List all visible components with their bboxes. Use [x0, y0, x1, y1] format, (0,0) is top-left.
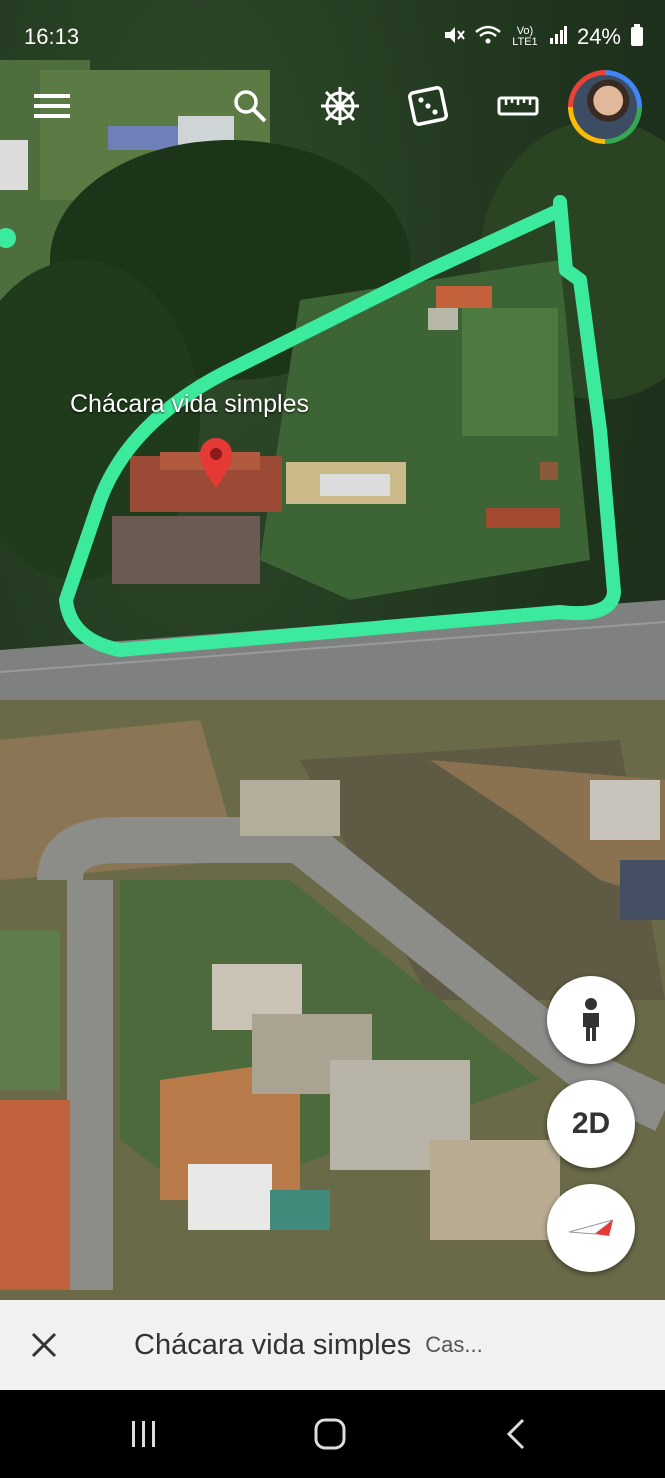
wifi-icon	[475, 25, 501, 49]
view-mode-toggle-button[interactable]: 2D	[547, 1080, 635, 1168]
recent-apps-icon[interactable]	[114, 1412, 174, 1456]
dice-icon[interactable]	[402, 80, 454, 132]
place-card[interactable]: Chácara vida simples Cas...	[0, 1300, 665, 1390]
system-nav-bar	[0, 1390, 665, 1478]
status-icons: Vo) LTE1 24%	[443, 24, 643, 50]
pegman-icon	[583, 998, 599, 1041]
compass-icon	[568, 1219, 614, 1236]
menu-icon[interactable]	[26, 80, 78, 132]
compass-button[interactable]	[547, 1184, 635, 1272]
battery-icon	[631, 24, 643, 50]
voyager-wheel-icon[interactable]	[314, 80, 366, 132]
ruler-icon[interactable]	[492, 80, 544, 132]
avatar-photo	[573, 75, 637, 139]
status-bar: 16:13 Vo) LTE1 24%	[0, 0, 665, 72]
street-view-pegman-button[interactable]	[547, 976, 635, 1064]
place-card-subtitle: Cas...	[425, 1332, 483, 1357]
battery-percent: 24%	[576, 24, 621, 49]
view-mode-label: 2D	[571, 1107, 611, 1140]
account-avatar[interactable]	[568, 70, 642, 144]
search-icon[interactable]	[224, 80, 276, 132]
status-time: 16:13	[24, 24, 80, 49]
mute-icon	[443, 25, 465, 49]
back-icon[interactable]	[486, 1412, 546, 1456]
home-icon[interactable]	[300, 1412, 360, 1456]
close-icon[interactable]	[0, 1300, 88, 1390]
signal-icon	[549, 26, 567, 48]
place-card-title[interactable]: Chácara vida simples	[134, 1329, 411, 1362]
network-label: Vo) LTE1	[512, 25, 538, 48]
top-toolbar	[0, 70, 665, 144]
place-label[interactable]: Chácara vida simples	[70, 390, 309, 419]
